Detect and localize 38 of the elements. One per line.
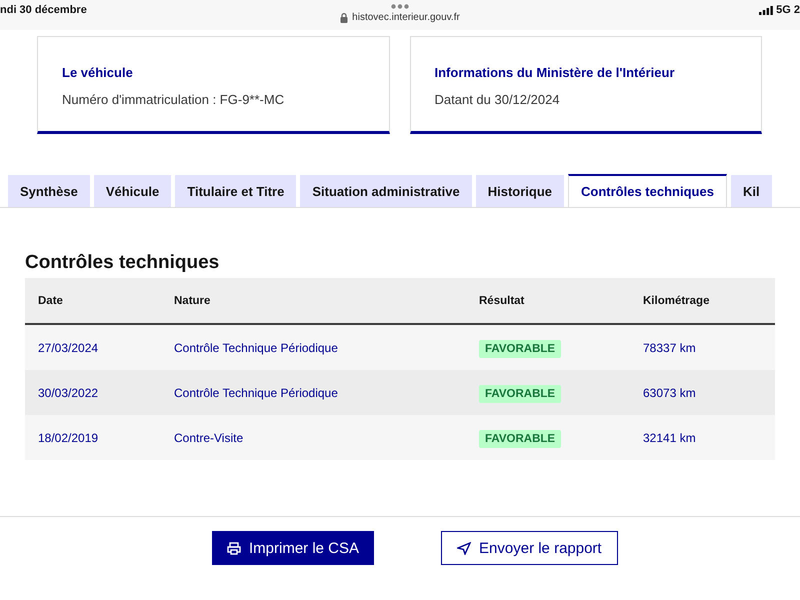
action-button[interactable]: Envoyer le rapport — [441, 531, 618, 565]
table-cell: 63073 km — [643, 386, 696, 400]
tab[interactable]: Contrôles techniques — [568, 174, 727, 207]
signal-icon — [759, 6, 774, 15]
tab[interactable]: Kil — [730, 175, 772, 207]
section-title: Contrôles techniques — [25, 252, 220, 274]
column-header: Nature — [174, 294, 212, 306]
printer-icon — [227, 542, 241, 554]
card-text: Datant du 30/12/2024 — [434, 92, 561, 107]
column-header: Date — [38, 294, 64, 306]
card-title: Informations du Ministère de l'Intérieur — [434, 65, 676, 80]
column-header: Kilométrage — [643, 294, 710, 306]
table-cell-text: Contre-Visite — [174, 430, 244, 444]
status-date: ndi 30 décembre — [0, 3, 87, 18]
table-cell-text: 30/03/2022 — [38, 386, 100, 400]
table-cell: 32141 km — [643, 430, 696, 444]
tab[interactable]: Titulaire et Titre — [175, 175, 296, 207]
card-text: Numéro d'immatriculation : FG-9**-MC — [62, 92, 286, 107]
action-button[interactable]: Imprimer le CSA — [212, 531, 374, 565]
card-title: Le véhicule — [62, 65, 134, 80]
lock-icon — [340, 12, 348, 22]
tab[interactable]: Historique — [476, 175, 564, 207]
tab[interactable]: Situation administrative — [300, 175, 472, 207]
result-badge: FAVORABLE — [479, 384, 562, 402]
tab[interactable]: Véhicule — [94, 175, 172, 207]
result-badge: FAVORABLE — [479, 430, 562, 448]
network-text: 5G 2 — [776, 4, 800, 16]
table-cell-text: 18/02/2019 — [38, 430, 100, 444]
more-icon[interactable] — [391, 4, 409, 9]
column-header: Résultat — [479, 294, 526, 306]
table-cell-text: Contrôle Technique Périodique — [174, 386, 339, 400]
table-cell-text: 27/03/2024 — [38, 340, 100, 354]
table-cell-text: Contrôle Technique Périodique — [174, 340, 339, 354]
tab[interactable]: Synthèse — [8, 175, 90, 207]
url-text[interactable]: histovec.interieur.gouv.fr — [352, 12, 460, 23]
result-badge: FAVORABLE — [479, 340, 562, 358]
send-icon — [457, 542, 472, 554]
table-cell: 78337 km — [643, 340, 696, 354]
